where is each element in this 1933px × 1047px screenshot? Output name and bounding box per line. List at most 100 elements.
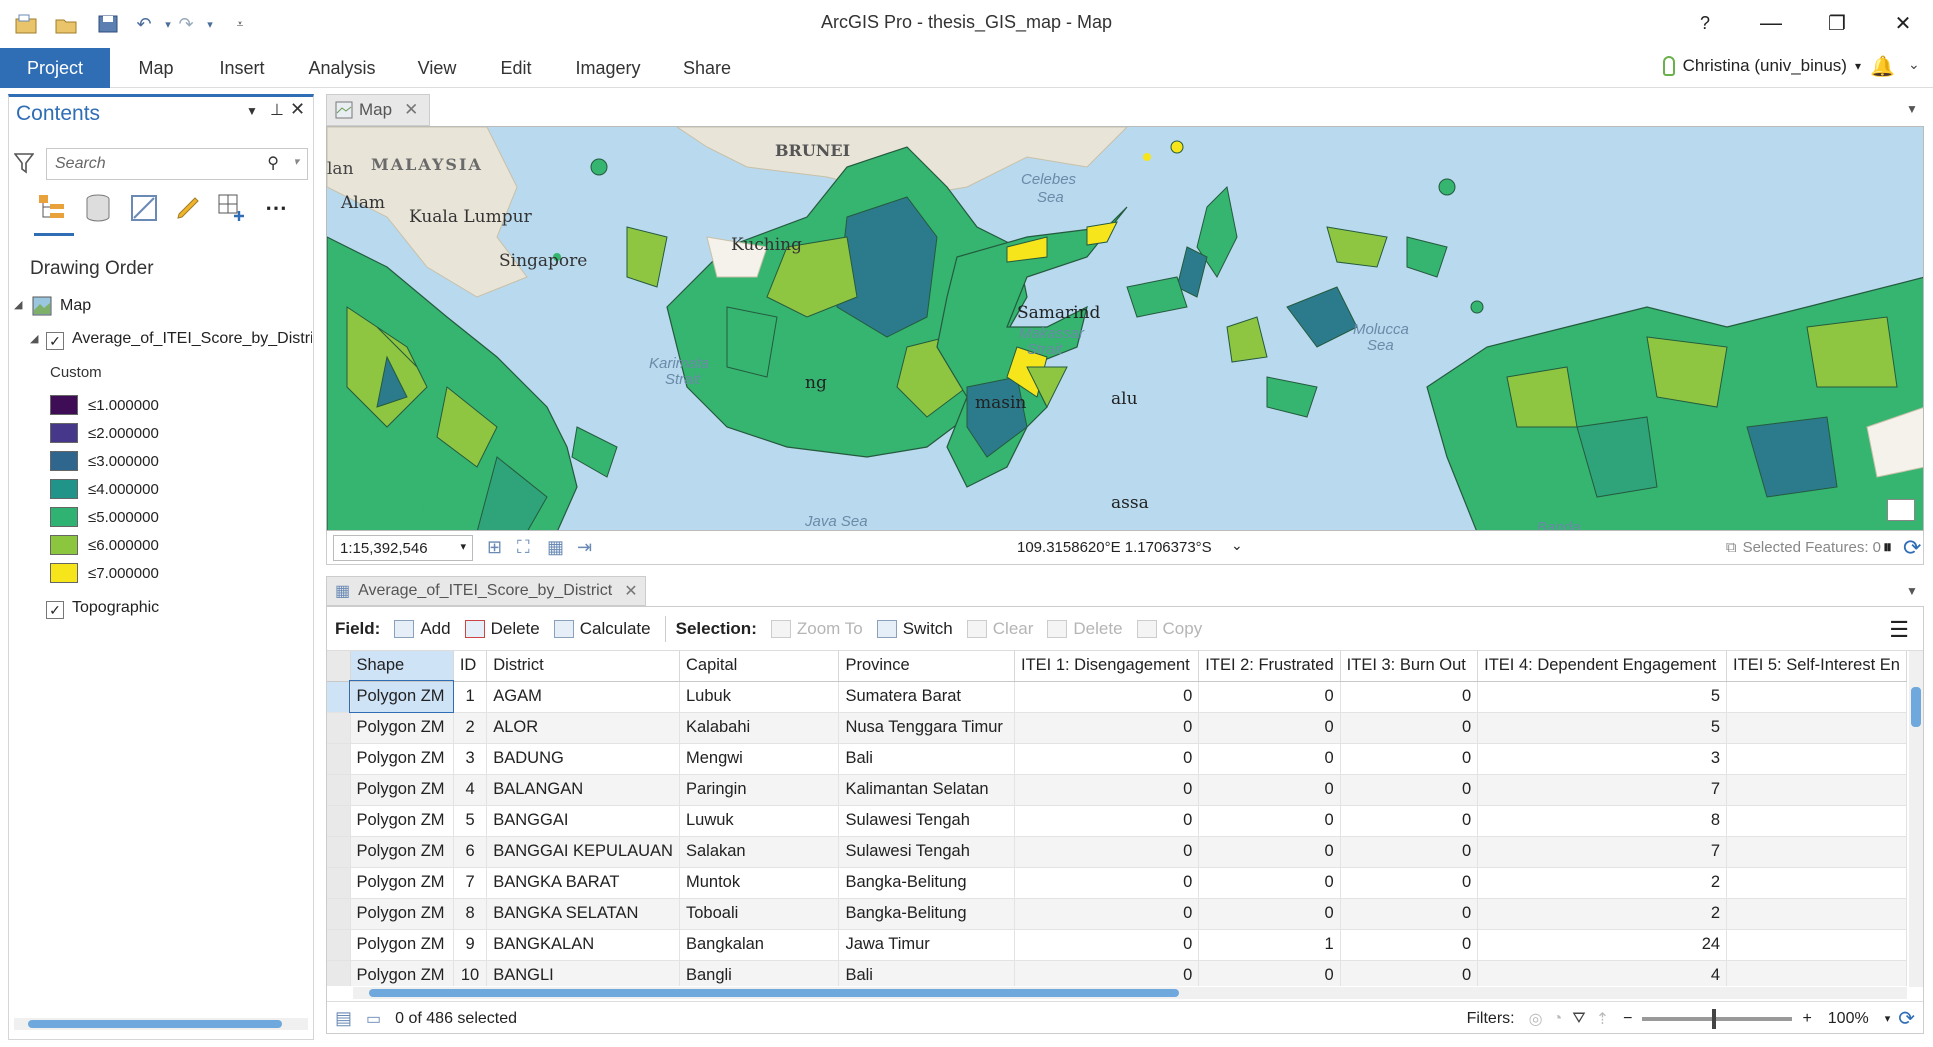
legend-item[interactable]: ≤5.000000: [50, 504, 159, 530]
column-header[interactable]: Capital: [679, 651, 840, 682]
table-tab-options-chevron-icon[interactable]: ▼: [1906, 584, 1918, 598]
table-cell[interactable]: BANGLI: [486, 960, 680, 986]
table-cell[interactable]: [1726, 836, 1907, 868]
contents-search-input[interactable]: Search ⚲ ▾: [46, 148, 308, 180]
next-extent-icon[interactable]: ⇥: [577, 537, 592, 558]
filter-range-icon[interactable]: ⇡: [1596, 1009, 1609, 1029]
table-cell[interactable]: 0: [1198, 960, 1341, 986]
table-cell[interactable]: 2: [1477, 898, 1728, 930]
table-cell[interactable]: 0: [1014, 743, 1200, 775]
delete-selected-button[interactable]: Delete: [1047, 619, 1123, 639]
refresh-icon[interactable]: ⟳: [1903, 535, 1921, 561]
table-cell[interactable]: Polygon ZM: [350, 743, 454, 775]
tab-edit[interactable]: Edit: [490, 48, 542, 88]
column-header[interactable]: District: [486, 651, 680, 682]
table-cell[interactable]: 6: [453, 836, 488, 868]
zoom-in-icon[interactable]: +: [1802, 1010, 1811, 1028]
table-cell[interactable]: 24: [1477, 929, 1728, 961]
scrollbar-thumb[interactable]: [369, 989, 1179, 997]
table-cell[interactable]: Sulawesi Tengah: [838, 836, 1015, 868]
calculate-field-button[interactable]: Calculate: [553, 619, 651, 639]
zoom-out-icon[interactable]: −: [1623, 1010, 1632, 1028]
row-header-corner[interactable]: [327, 651, 351, 682]
table-cell[interactable]: BANGKA BARAT: [486, 867, 680, 899]
table-row[interactable]: Polygon ZM 2 ALOR Kalabahi Nusa Tenggara Tim…: [327, 712, 1907, 744]
table-cell[interactable]: [1726, 681, 1907, 713]
pause-drawing-icon[interactable]: ⏸: [1883, 537, 1892, 558]
row-header[interactable]: [327, 960, 351, 986]
table-cell[interactable]: Polygon ZM: [350, 712, 454, 744]
table-cell[interactable]: Paringin: [679, 774, 840, 806]
table-cell[interactable]: 0: [1198, 898, 1341, 930]
table-cell[interactable]: Jawa Timur: [838, 929, 1015, 961]
legend-item[interactable]: ≤2.000000: [50, 420, 159, 446]
table-cell[interactable]: Bali: [838, 960, 1015, 986]
clear-selection-button[interactable]: Clear: [966, 619, 1033, 639]
map-tips-icon[interactable]: [1887, 499, 1915, 521]
column-header[interactable]: Province: [838, 651, 1015, 682]
table-cell[interactable]: [1726, 867, 1907, 899]
table-cell[interactable]: AGAM: [486, 681, 680, 713]
user-account[interactable]: Christina (univ_binus) ▾: [1662, 56, 1861, 76]
zoom-dropdown-icon[interactable]: ▾: [1885, 1012, 1891, 1025]
table-cell[interactable]: 4: [1477, 960, 1728, 986]
coordinate-format-chevron-icon[interactable]: ⌄: [1231, 537, 1243, 554]
table-cell[interactable]: Muntok: [679, 867, 840, 899]
table-cell[interactable]: 0: [1340, 712, 1479, 744]
delete-field-button[interactable]: Delete: [464, 619, 540, 639]
table-cell[interactable]: Polygon ZM: [350, 960, 454, 986]
legend-item[interactable]: ≤6.000000: [50, 532, 159, 558]
table-row[interactable]: Polygon ZM 3 BADUNG Mengwi Bali 0 0 0 3: [327, 743, 1907, 775]
table-row[interactable]: Polygon ZM 4 BALANGAN Paringin Kalimantan Se…: [327, 774, 1907, 806]
table-cell[interactable]: Bali: [838, 743, 1015, 775]
column-header[interactable]: ITEI 5: Self-Interest En: [1726, 651, 1907, 682]
table-cell[interactable]: 0: [1198, 743, 1341, 775]
table-cell[interactable]: Luwuk: [679, 805, 840, 837]
table-cell[interactable]: 7: [1477, 836, 1728, 868]
row-header[interactable]: [327, 898, 351, 930]
table-cell[interactable]: 0: [1014, 960, 1200, 986]
collapse-map-icon[interactable]: ◢: [14, 298, 22, 311]
tab-share[interactable]: Share: [676, 48, 738, 88]
map-view[interactable]: MALAYSIA BRUNEI lan Alam Kuala Lumpur Si…: [326, 126, 1924, 531]
table-cell[interactable]: Mengwi: [679, 743, 840, 775]
row-header[interactable]: [327, 774, 351, 806]
table-cell[interactable]: [1726, 960, 1907, 986]
table-cell[interactable]: 8: [1477, 805, 1728, 837]
column-header[interactable]: ITEI 3: Burn Out: [1340, 651, 1479, 682]
table-cell[interactable]: 0: [1198, 681, 1341, 713]
row-header[interactable]: [327, 743, 351, 775]
legend-item[interactable]: ≤1.000000: [50, 392, 159, 418]
table-cell[interactable]: [1726, 805, 1907, 837]
zoom-to-button[interactable]: Zoom To: [770, 619, 863, 639]
full-extent-icon[interactable]: ⛶: [517, 537, 530, 558]
restore-button[interactable]: ❐: [1812, 8, 1862, 38]
table-cell[interactable]: 3: [453, 743, 488, 775]
tab-map[interactable]: Map: [130, 48, 182, 88]
table-cell[interactable]: 2: [1477, 867, 1728, 899]
table-cell[interactable]: Nusa Tenggara Timur: [838, 712, 1015, 744]
map-node-label[interactable]: Map: [60, 297, 91, 315]
table-cell[interactable]: 0: [1340, 929, 1479, 961]
copy-selected-button[interactable]: Copy: [1136, 619, 1202, 639]
row-header[interactable]: [327, 712, 351, 744]
tab-imagery[interactable]: Imagery: [566, 48, 650, 88]
row-header[interactable]: [327, 805, 351, 837]
table-cell[interactable]: Bangli: [679, 960, 840, 986]
table-cell[interactable]: 0: [1340, 960, 1479, 986]
close-table-tab-icon[interactable]: ✕: [624, 581, 637, 601]
table-cell[interactable]: ALOR: [486, 712, 680, 744]
table-cell[interactable]: Sulawesi Tengah: [838, 805, 1015, 837]
table-vertical-scrollbar[interactable]: [1909, 651, 1923, 987]
layer-name[interactable]: Average_of_ITEI_Score_by_District: [72, 330, 312, 348]
table-cell[interactable]: 0: [1340, 898, 1479, 930]
table-cell[interactable]: [1726, 712, 1907, 744]
table-row[interactable]: Polygon ZM 8 BANGKA SELATAN Toboali Bangka-B…: [327, 898, 1907, 930]
table-cell[interactable]: 0: [1014, 681, 1200, 713]
table-cell[interactable]: BANGKALAN: [486, 929, 680, 961]
map-tab-options-chevron-icon[interactable]: ▼: [1906, 102, 1918, 116]
table-row[interactable]: Polygon ZM 6 BANGGAI KEPULAUAN Salakan Sulaw…: [327, 836, 1907, 868]
table-cell[interactable]: 0: [1198, 774, 1341, 806]
list-by-drawing-order-icon[interactable]: [34, 190, 70, 226]
table-cell[interactable]: Kalabahi: [679, 712, 840, 744]
